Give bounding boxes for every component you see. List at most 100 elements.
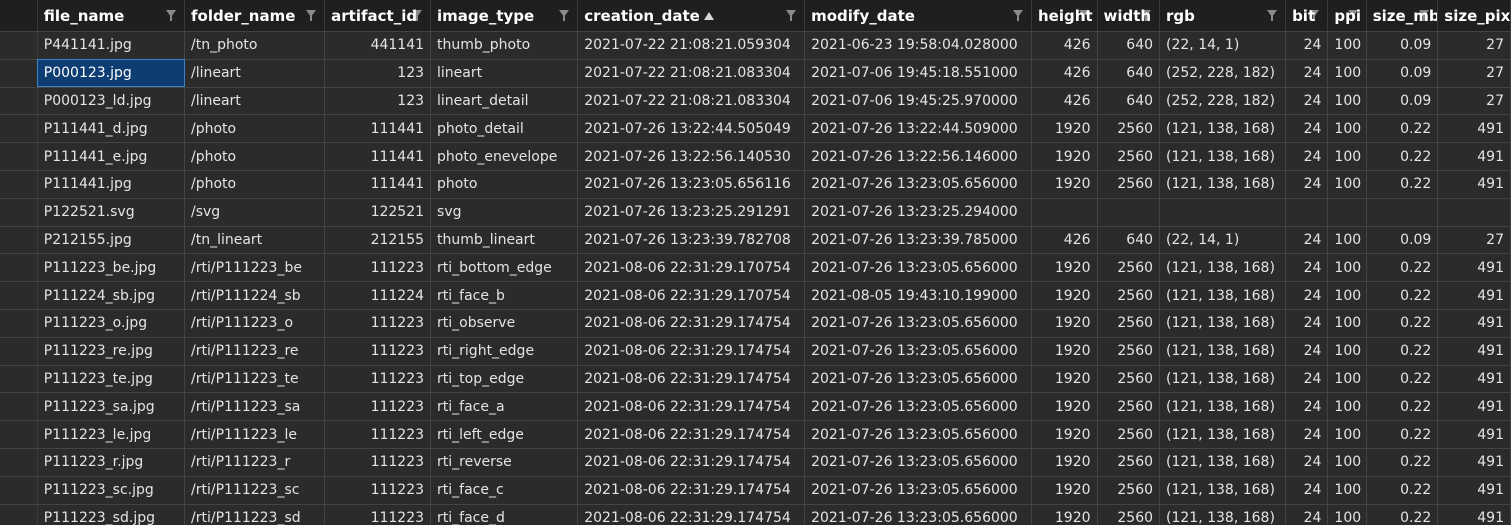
column-header-rgb[interactable]: rgb [1159, 0, 1287, 32]
cell-creation-date[interactable]: 2021-08-06 22:31:29.174754 [577, 420, 806, 449]
cell-modify-date[interactable]: 2021-06-23 19:58:04.028000 [804, 31, 1032, 60]
cell-bit[interactable]: 24 [1285, 365, 1329, 394]
cell-bit[interactable]: 24 [1285, 476, 1329, 505]
row-number-cell[interactable] [0, 253, 38, 283]
cell-file-name[interactable]: P111441_e.jpg [37, 142, 186, 171]
cell-bit[interactable] [1285, 198, 1329, 227]
cell-ppi[interactable]: 100 [1327, 281, 1367, 310]
cell-image-type[interactable]: svg [430, 198, 579, 227]
row-number-cell[interactable] [0, 309, 38, 338]
cell-image-type[interactable]: rti_left_edge [430, 420, 579, 449]
cell-artifact-id[interactable]: 123 [324, 87, 432, 116]
filter-icon[interactable] [1012, 10, 1023, 21]
cell-creation-date[interactable]: 2021-07-26 13:23:05.656116 [577, 170, 806, 199]
cell-modify-date[interactable]: 2021-07-26 13:23:39.785000 [804, 226, 1032, 255]
cell-creation-date[interactable]: 2021-07-26 13:22:44.505049 [577, 114, 806, 144]
cell-height[interactable]: 1920 [1031, 309, 1098, 338]
cell-bit[interactable]: 24 [1285, 504, 1329, 525]
cell-folder-name[interactable]: /rti/P111223_be [184, 253, 326, 283]
cell-height[interactable]: 426 [1031, 59, 1098, 88]
cell-folder-name[interactable]: /rti/P111223_sd [184, 504, 326, 525]
cell-folder-name[interactable]: /photo [184, 114, 326, 144]
cell-image-type[interactable]: rti_bottom_edge [430, 253, 579, 283]
row-number-cell[interactable] [0, 226, 38, 255]
cell-file-name[interactable]: P111223_be.jpg [37, 253, 186, 283]
cell-creation-date[interactable]: 2021-08-06 22:31:29.174754 [577, 448, 806, 477]
cell-size-mb[interactable]: 0.22 [1366, 476, 1439, 505]
cell-creation-date[interactable]: 2021-08-06 22:31:29.170754 [577, 253, 806, 283]
cell-image-type[interactable]: rti_face_b [430, 281, 579, 310]
cell-size-pix[interactable]: 491 [1437, 365, 1511, 394]
cell-artifact-id[interactable]: 123 [324, 59, 432, 88]
cell-artifact-id[interactable]: 111441 [324, 114, 432, 144]
cell-size-mb[interactable]: 0.22 [1366, 504, 1439, 525]
cell-ppi[interactable]: 100 [1327, 226, 1367, 255]
cell-width[interactable]: 2560 [1097, 142, 1161, 171]
cell-folder-name[interactable]: /rti/P111223_r [184, 448, 326, 477]
table-row[interactable]: P111441_d.jpg/photo 111441 photo_detail 202… [0, 114, 1511, 144]
cell-file-name[interactable]: P441141.jpg [37, 31, 186, 60]
cell-image-type[interactable]: rti_face_c [430, 476, 579, 505]
cell-image-type[interactable]: rti_observe [430, 309, 579, 338]
table-row[interactable]: P111441_e.jpg/photo 111441 photo_enevelope… [0, 142, 1511, 171]
table-row[interactable]: P111223_sa.jpg/rti/P111223_sa 111223 rti_f… [0, 392, 1511, 422]
cell-width[interactable]: 2560 [1097, 448, 1161, 477]
cell-bit[interactable]: 24 [1285, 281, 1329, 310]
cell-size-mb[interactable]: 0.22 [1366, 392, 1439, 422]
cell-size-pix[interactable]: 27 [1437, 87, 1511, 116]
cell-ppi[interactable]: 100 [1327, 392, 1367, 422]
cell-modify-date[interactable]: 2021-07-26 13:23:05.656000 [804, 309, 1032, 338]
cell-size-mb[interactable]: 0.22 [1366, 281, 1439, 310]
cell-modify-date[interactable]: 2021-07-26 13:22:44.509000 [804, 114, 1032, 144]
cell-size-pix[interactable]: 491 [1437, 420, 1511, 449]
cell-modify-date[interactable]: 2021-07-26 13:23:05.656000 [804, 337, 1032, 366]
cell-modify-date[interactable]: 2021-07-06 19:45:25.970000 [804, 87, 1032, 116]
filter-icon[interactable] [306, 10, 317, 21]
cell-height[interactable]: 1920 [1031, 170, 1098, 199]
cell-modify-date[interactable]: 2021-07-26 13:23:25.294000 [804, 198, 1032, 227]
cell-width[interactable]: 640 [1097, 87, 1161, 116]
cell-modify-date[interactable]: 2021-07-26 13:23:05.656000 [804, 504, 1032, 525]
column-header-ppi[interactable]: ppi [1327, 0, 1367, 32]
cell-modify-date[interactable]: 2021-07-26 13:22:56.146000 [804, 142, 1032, 171]
cell-creation-date[interactable]: 2021-07-22 21:08:21.059304 [577, 31, 806, 60]
cell-modify-date[interactable]: 2021-07-26 13:23:05.656000 [804, 365, 1032, 394]
cell-image-type[interactable]: photo [430, 170, 579, 199]
cell-height[interactable]: 1920 [1031, 504, 1098, 525]
cell-size-mb[interactable]: 0.09 [1366, 31, 1439, 60]
cell-size-mb[interactable]: 0.22 [1366, 448, 1439, 477]
cell-artifact-id[interactable]: 111224 [324, 281, 432, 310]
cell-size-pix[interactable]: 491 [1437, 392, 1511, 422]
cell-artifact-id[interactable]: 111223 [324, 365, 432, 394]
cell-bit[interactable]: 24 [1285, 420, 1329, 449]
table-row[interactable]: P111223_o.jpg/rti/P111223_o 111223 rti_obs… [0, 309, 1511, 338]
cell-file-name[interactable]: P111223_r.jpg [37, 448, 186, 477]
cell-ppi[interactable]: 100 [1327, 365, 1367, 394]
cell-modify-date[interactable]: 2021-08-05 19:43:10.199000 [804, 281, 1032, 310]
cell-creation-date[interactable]: 2021-08-06 22:31:29.170754 [577, 281, 806, 310]
cell-height[interactable]: 1920 [1031, 142, 1098, 171]
table-row[interactable]: P111441.jpg/photo 111441 photo 2021-07-26 1… [0, 170, 1511, 199]
table-row[interactable]: P111223_re.jpg/rti/P111223_re 111223 rti_r… [0, 337, 1511, 366]
cell-size-pix[interactable]: 491 [1437, 337, 1511, 366]
cell-artifact-id[interactable]: 111441 [324, 142, 432, 171]
table-row[interactable]: P111223_sd.jpg/rti/P111223_sd 111223 rti_f… [0, 504, 1511, 525]
cell-size-pix[interactable]: 491 [1437, 142, 1511, 171]
table-row[interactable]: P111223_le.jpg/rti/P111223_le 111223 rti_l… [0, 420, 1511, 449]
cell-artifact-id[interactable]: 111223 [324, 253, 432, 283]
cell-artifact-id[interactable]: 111223 [324, 504, 432, 525]
cell-ppi[interactable]: 100 [1327, 448, 1367, 477]
cell-creation-date[interactable]: 2021-08-06 22:31:29.174754 [577, 365, 806, 394]
cell-rgb[interactable] [1159, 198, 1287, 227]
cell-rgb[interactable]: (121, 138, 168) [1159, 337, 1287, 366]
cell-ppi[interactable]: 100 [1327, 59, 1367, 88]
row-number-cell[interactable] [0, 198, 38, 227]
data-grid[interactable]: file_name folder_name artifact_id image_typ… [0, 0, 1511, 525]
cell-height[interactable]: 1920 [1031, 337, 1098, 366]
table-row[interactable]: P111223_be.jpg/rti/P111223_be 111223 rti_b… [0, 253, 1511, 283]
cell-width[interactable]: 2560 [1097, 170, 1161, 199]
row-number-cell[interactable] [0, 31, 38, 60]
row-number-cell[interactable] [0, 392, 38, 422]
cell-ppi[interactable]: 100 [1327, 170, 1367, 199]
cell-ppi[interactable]: 100 [1327, 309, 1367, 338]
